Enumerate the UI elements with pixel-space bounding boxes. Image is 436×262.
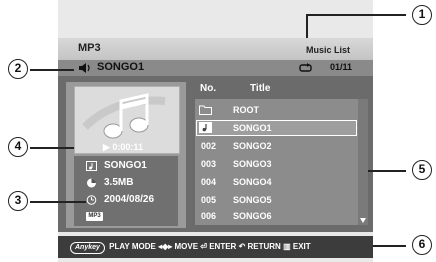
file-size: 3.5MB bbox=[104, 177, 134, 188]
callout-leader-4 bbox=[30, 147, 74, 149]
list-item-no: 005 bbox=[201, 195, 217, 205]
callout-5: 5 bbox=[412, 160, 432, 180]
list-item-title: ROOT bbox=[233, 105, 259, 115]
help-bar-content: Anykey PLAY MODE ◂◆▸ MOVE ⏎ ENTER ↶ RETU… bbox=[70, 242, 311, 254]
list-item[interactable]: 006 SONGO6 bbox=[195, 207, 358, 225]
size-pie-icon bbox=[87, 178, 96, 188]
list-item-title: SONGO2 bbox=[233, 141, 272, 151]
mode-title: MP3 bbox=[78, 42, 101, 54]
callout-1: 1 bbox=[412, 5, 432, 25]
move-label: MOVE bbox=[174, 242, 199, 251]
music-file-icon bbox=[86, 161, 97, 171]
return-icon: ↶ bbox=[238, 242, 248, 251]
track-counter: 01/11 bbox=[330, 62, 353, 72]
list-item-no: 003 bbox=[201, 159, 217, 169]
play-time-value: 0:00:11 bbox=[112, 142, 143, 152]
callout-leader-1-h bbox=[306, 14, 406, 16]
exit-icon: ▥ bbox=[283, 242, 293, 251]
exit-label: EXIT bbox=[292, 242, 311, 251]
song-name: SONGO1 bbox=[104, 160, 147, 171]
callout-leader-5 bbox=[368, 170, 406, 172]
list-item-title: SONGO6 bbox=[233, 211, 272, 221]
list-item[interactable]: 004 SONGO4 bbox=[195, 173, 358, 191]
column-header-no: No. bbox=[200, 83, 217, 94]
callout-leader-1 bbox=[306, 14, 308, 38]
enter-label: ENTER bbox=[209, 242, 237, 251]
format-tag: MP3 bbox=[86, 212, 103, 221]
folder-icon bbox=[199, 105, 212, 115]
file-date: 2004/08/26 bbox=[104, 194, 155, 205]
callout-leader-2 bbox=[30, 69, 74, 71]
list-title: Music List bbox=[306, 45, 351, 55]
play-time: ▶ 0:00:11 bbox=[103, 142, 143, 152]
return-label: RETURN bbox=[247, 242, 281, 251]
speaker-icon bbox=[79, 63, 90, 73]
clock-icon bbox=[86, 195, 97, 205]
scroll-down-icon[interactable] bbox=[360, 218, 366, 223]
callout-3: 3 bbox=[8, 191, 28, 211]
list-item[interactable]: 002 SONGO2 bbox=[195, 137, 358, 155]
list-item-title: SONGO1 bbox=[233, 123, 272, 133]
music-note-icon bbox=[199, 122, 212, 133]
move-arrows-icon: ◂◆▸ bbox=[158, 242, 175, 251]
list-item-no: 004 bbox=[201, 177, 217, 187]
callout-leader-6 bbox=[373, 245, 406, 247]
enter-icon: ⏎ bbox=[200, 242, 210, 251]
list-item-selected[interactable]: SONGO1 bbox=[195, 119, 358, 137]
repeat-icon[interactable] bbox=[298, 62, 313, 74]
callout-2: 2 bbox=[8, 59, 28, 79]
callout-leader-3 bbox=[30, 201, 86, 203]
list-item-title: SONGO4 bbox=[233, 177, 272, 187]
list-item[interactable]: 003 SONGO3 bbox=[195, 155, 358, 173]
callout-4: 4 bbox=[8, 137, 28, 157]
column-header-title: Title bbox=[250, 83, 271, 94]
list-item-title: SONGO3 bbox=[233, 159, 272, 169]
play-mode-label: PLAY MODE bbox=[109, 242, 156, 251]
list-item-root[interactable]: ROOT bbox=[195, 101, 358, 119]
list-item-no: 006 bbox=[201, 211, 217, 221]
now-playing-title: SONGO1 bbox=[97, 61, 145, 73]
list-item-title: SONGO5 bbox=[233, 195, 272, 205]
anykey-button[interactable]: Anykey bbox=[70, 242, 105, 254]
list-scrollbar[interactable] bbox=[358, 99, 368, 225]
list-item-no: 002 bbox=[201, 141, 217, 151]
callout-6: 6 bbox=[412, 235, 432, 255]
selection-highlight bbox=[196, 120, 357, 136]
